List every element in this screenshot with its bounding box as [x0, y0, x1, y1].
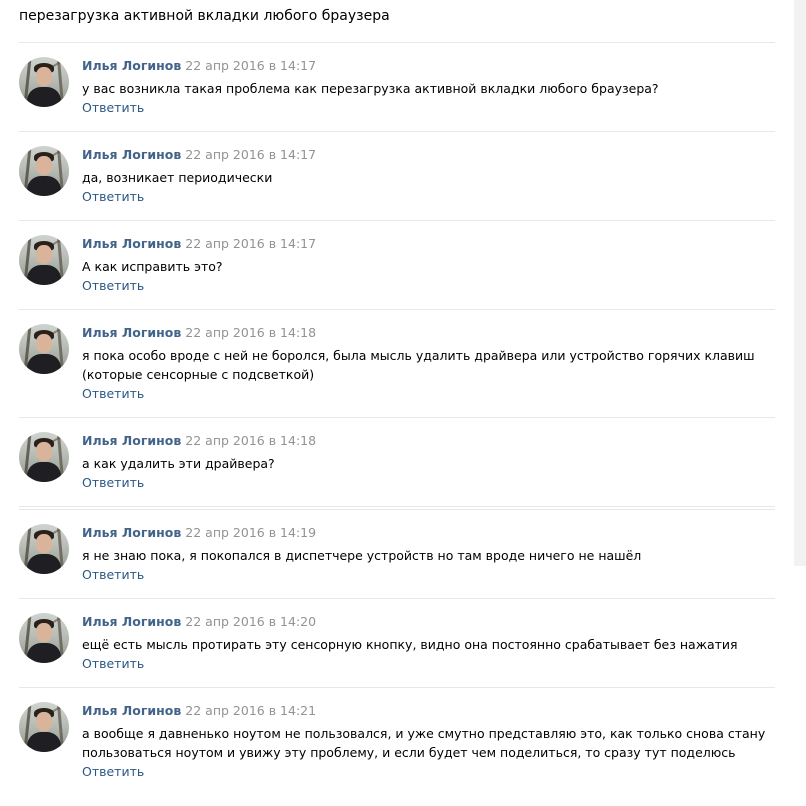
comment-divider [19, 309, 775, 310]
comment-meta: Илья Логинов 22 апр 2016 в 14:17 [82, 58, 316, 74]
comment-item: Илья Логинов 22 апр 2016 в 14:18 а как уд… [19, 432, 775, 502]
comment-text: я пока особо вроде с ней не боролся, был… [82, 348, 755, 382]
user-photo-avatar[interactable] [19, 524, 69, 574]
comment-item: Илья Логинов 22 апр 2016 в 14:17 у вас во… [19, 57, 775, 127]
author-name-link[interactable]: Илья Логинов [82, 236, 181, 251]
user-photo-avatar[interactable] [19, 613, 69, 663]
comment-meta: Илья Логинов 22 апр 2016 в 14:21 [82, 703, 316, 719]
user-photo-avatar[interactable] [19, 432, 69, 482]
comment-date[interactable]: 22 апр 2016 в 14:18 [185, 325, 316, 340]
author-name-link[interactable]: Илья Логинов [82, 433, 181, 448]
comment-item: Илья Логинов 22 апр 2016 в 14:20 ещё есть… [19, 613, 775, 683]
user-photo-avatar[interactable] [19, 702, 69, 752]
author-name-link[interactable]: Илья Логинов [82, 325, 181, 340]
comment-divider [19, 506, 775, 507]
comment-item: Илья Логинов 22 апр 2016 в 14:18 я пока о… [19, 324, 775, 414]
author-name-link[interactable]: Илья Логинов [82, 147, 181, 162]
comment-meta: Илья Логинов 22 апр 2016 в 14:17 [82, 236, 316, 252]
comment-meta: Илья Логинов 22 апр 2016 в 14:20 [82, 614, 316, 630]
comment-date[interactable]: 22 апр 2016 в 14:21 [185, 703, 316, 718]
reply-link[interactable]: Ответить [82, 278, 144, 294]
reply-link[interactable]: Ответить [82, 189, 144, 205]
reply-link[interactable]: Ответить [82, 656, 144, 672]
user-photo-avatar[interactable] [19, 235, 69, 285]
comment-text: а как удалить эти драйвера? [82, 456, 275, 471]
comment-date[interactable]: 22 апр 2016 в 14:20 [185, 614, 316, 629]
comment-date[interactable]: 22 апр 2016 в 14:17 [185, 236, 316, 251]
author-name-link[interactable]: Илья Логинов [82, 525, 181, 540]
comment-item: Илья Логинов 22 апр 2016 в 14:17 А как ис… [19, 235, 775, 305]
comment-meta: Илья Логинов 22 апр 2016 в 14:18 [82, 325, 316, 341]
author-name-link[interactable]: Илья Логинов [82, 614, 181, 629]
comment-divider [19, 598, 775, 599]
reply-link[interactable]: Ответить [82, 386, 144, 402]
comment-divider [19, 687, 775, 688]
reply-link[interactable]: Ответить [82, 475, 144, 491]
comment-text: я не знаю пока, я покопался в диспетчере… [82, 548, 642, 563]
comment-divider [19, 220, 775, 221]
comment-date[interactable]: 22 апр 2016 в 14:18 [185, 433, 316, 448]
comment-text: а вообще я давненько ноутом не пользовал… [82, 726, 766, 760]
reply-link[interactable]: Ответить [82, 567, 144, 583]
reply-link[interactable]: Ответить [82, 764, 144, 780]
comment-divider [19, 417, 775, 418]
user-photo-avatar[interactable] [19, 324, 69, 374]
user-photo-avatar[interactable] [19, 57, 69, 107]
comment-meta: Илья Логинов 22 апр 2016 в 14:17 [82, 147, 316, 163]
comment-divider [19, 131, 775, 132]
comment-date[interactable]: 22 апр 2016 в 14:17 [185, 147, 316, 162]
comment-meta: Илья Логинов 22 апр 2016 в 14:18 [82, 433, 316, 449]
author-name-link[interactable]: Илья Логинов [82, 703, 181, 718]
author-name-link[interactable]: Илья Логинов [82, 58, 181, 73]
user-photo-avatar[interactable] [19, 146, 69, 196]
comment-text: у вас возникла такая проблема как переза… [82, 81, 659, 96]
comment-item: Илья Логинов 22 апр 2016 в 14:21 а вообще… [19, 702, 775, 792]
reply-link[interactable]: Ответить [82, 100, 144, 116]
comment-text: да, возникает периодически [82, 170, 273, 185]
comment-text: А как исправить это? [82, 259, 223, 274]
comment-item: Илья Логинов 22 апр 2016 в 14:19 я не зна… [19, 524, 775, 594]
comment-date[interactable]: 22 апр 2016 в 14:19 [185, 525, 316, 540]
comments-list: Илья Логинов 22 апр 2016 в 14:17 у вас во… [0, 0, 806, 806]
comment-item: Илья Логинов 22 апр 2016 в 14:17 да, возн… [19, 146, 775, 216]
comment-meta: Илья Логинов 22 апр 2016 в 14:19 [82, 525, 316, 541]
comment-text: ещё есть мысль протирать эту сенсорную к… [82, 637, 738, 652]
comment-date[interactable]: 22 апр 2016 в 14:17 [185, 58, 316, 73]
